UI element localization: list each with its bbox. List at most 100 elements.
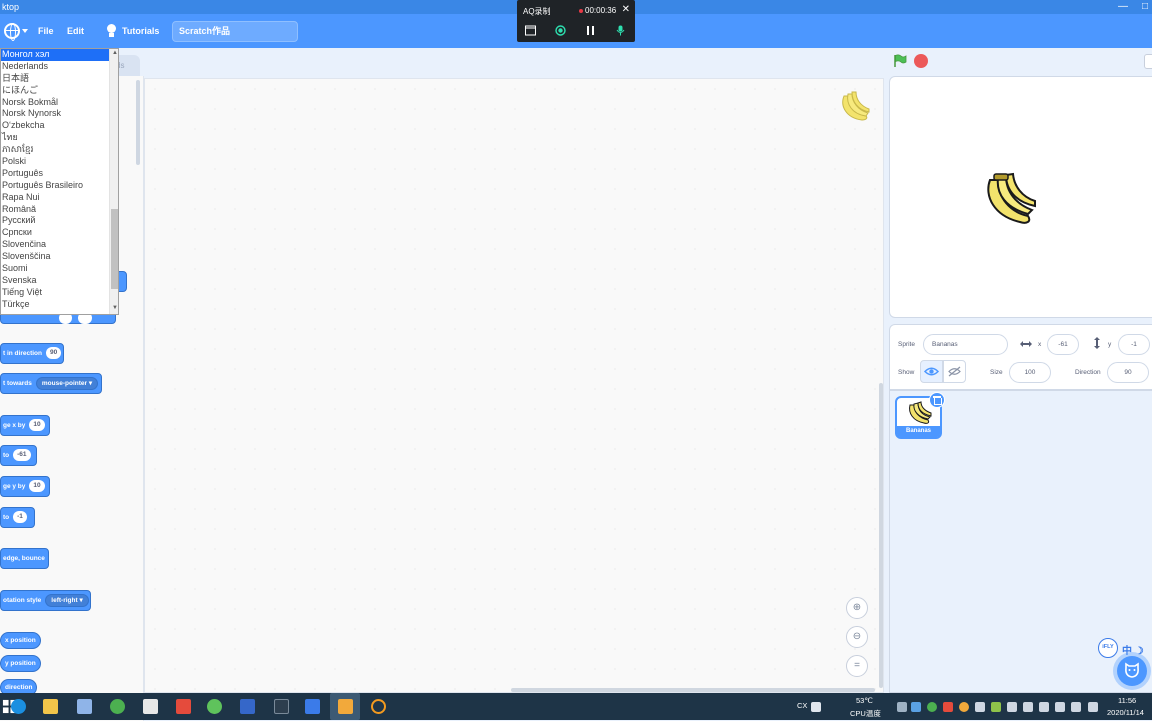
language-option[interactable]: Polski — [1, 156, 118, 168]
stop-icon[interactable] — [914, 54, 928, 68]
dropdown-scroll-thumb[interactable] — [111, 209, 118, 289]
language-option[interactable]: ไทย — [1, 132, 118, 144]
block-x-position[interactable]: x position — [0, 632, 41, 649]
language-option[interactable]: にほんご — [1, 85, 118, 97]
tray-icon-2[interactable] — [911, 702, 921, 712]
zoom-reset-button[interactable]: = — [846, 655, 868, 677]
banana-sprite[interactable] — [980, 172, 1038, 226]
zoom-out-button[interactable]: ⊖ — [846, 626, 868, 648]
dev-icon[interactable] — [240, 699, 255, 714]
reader-icon[interactable] — [176, 699, 191, 714]
ifly-icon[interactable]: iFLY — [1098, 638, 1118, 658]
tray-icon-4[interactable] — [943, 702, 953, 712]
language-option[interactable]: Српски — [1, 227, 118, 239]
recorder-close-button[interactable]: ✕ — [622, 4, 630, 15]
keyboard-icon[interactable] — [1088, 702, 1098, 712]
language-option[interactable]: Slovenčina — [1, 239, 118, 251]
scroll-up-icon[interactable]: ▲ — [112, 50, 118, 56]
language-option[interactable]: Svenska — [1, 275, 118, 287]
language-option[interactable]: Монгол хэл — [1, 49, 118, 61]
project-title-input[interactable]: Scratch作品 — [172, 21, 298, 42]
language-option[interactable]: ភាសាខ្មែរ — [1, 144, 118, 156]
stage-size-toggle[interactable] — [1144, 54, 1152, 69]
battery-icon[interactable] — [1071, 702, 1081, 712]
block-change-y[interactable]: ge y by 10 — [0, 476, 50, 497]
tutorials-menu[interactable]: Tutorials — [122, 14, 159, 48]
block-set-y[interactable]: to -1 — [0, 507, 35, 528]
block-input[interactable]: 90 — [46, 347, 62, 360]
code-workspace[interactable] — [144, 78, 884, 693]
edit-menu[interactable]: Edit — [67, 14, 84, 48]
language-option[interactable]: Türkçe — [1, 299, 118, 311]
language-option[interactable]: Română — [1, 204, 118, 216]
code-vertical-scrollbar[interactable] — [879, 383, 883, 688]
network-icon[interactable] — [1039, 702, 1049, 712]
microphone-icon[interactable] — [615, 25, 626, 36]
block-point-towards[interactable]: t towards mouse-pointer ▾ — [0, 373, 102, 394]
pause-icon[interactable] — [585, 25, 596, 36]
language-option[interactable]: O‘zbekcha — [1, 120, 118, 132]
tray-icon-1[interactable] — [897, 702, 907, 712]
block-input[interactable]: -1 — [13, 511, 27, 524]
wps-icon[interactable] — [305, 699, 320, 714]
clock-time[interactable]: 11:56 — [1118, 696, 1136, 705]
block-input[interactable]: -61 — [13, 449, 31, 462]
text-editor-icon[interactable] — [143, 699, 158, 714]
minimize-button[interactable]: — — [1118, 0, 1128, 14]
block-set-rotation-style[interactable]: otation style left-right ▾ — [0, 590, 91, 611]
code-horizontal-scrollbar[interactable] — [511, 688, 875, 692]
block-dropdown[interactable]: mouse-pointer ▾ — [35, 376, 99, 390]
language-option[interactable]: Norsk Nynorsk — [1, 108, 118, 120]
block-if-on-edge-bounce[interactable]: edge, bounce — [0, 548, 49, 569]
file-menu[interactable]: File — [38, 14, 54, 48]
language-option[interactable]: Rapa Nui — [1, 192, 118, 204]
language-option[interactable]: 日本語 — [1, 73, 118, 85]
app-icon[interactable] — [77, 699, 92, 714]
globe-icon[interactable] — [4, 23, 20, 41]
chevron-down-icon[interactable] — [22, 29, 28, 33]
maximize-button[interactable]: □ — [1142, 0, 1148, 14]
language-option[interactable]: Suomi — [1, 263, 118, 275]
palette-scrollbar[interactable] — [136, 80, 140, 165]
language-option[interactable]: Nederlands — [1, 61, 118, 73]
bulb-icon[interactable] — [106, 24, 116, 38]
language-option[interactable]: Tiếng Việt — [1, 287, 118, 299]
direction-input[interactable]: 90 — [1107, 362, 1149, 383]
zoom-in-button[interactable]: ⊕ — [846, 597, 868, 619]
show-hidden-toggle[interactable] — [943, 360, 966, 383]
block-input[interactable]: 10 — [29, 480, 45, 493]
block-y-position[interactable]: y position — [0, 655, 41, 672]
x-input[interactable]: -61 — [1047, 334, 1079, 355]
wechat-icon[interactable] — [207, 699, 222, 714]
green-flag-icon[interactable] — [893, 54, 907, 68]
volume-icon[interactable] — [1055, 702, 1065, 712]
tray-icon-9[interactable] — [1023, 702, 1033, 712]
add-sprite-button[interactable] — [1117, 656, 1147, 686]
scratch-app-icon[interactable] — [338, 699, 353, 714]
browser-icon[interactable] — [110, 699, 125, 714]
tray-icon-3[interactable] — [927, 702, 937, 712]
language-option[interactable]: Norsk Bokmål — [1, 97, 118, 109]
clock-date[interactable]: 2020/11/14 — [1107, 708, 1144, 717]
block-dropdown[interactable]: left-right ▾ — [45, 593, 89, 607]
ime-mode[interactable]: 中 ☽ — [1122, 642, 1144, 657]
block-change-x[interactable]: ge x by 10 — [0, 415, 50, 436]
scroll-down-icon[interactable]: ▼ — [112, 305, 118, 311]
tray-icon-8[interactable] — [1007, 702, 1017, 712]
tray-icon-5[interactable] — [959, 702, 969, 712]
language-option[interactable]: Русский — [1, 215, 118, 227]
trash-icon[interactable] — [929, 392, 945, 408]
language-dropdown[interactable]: Монгол хэл Nederlands 日本語 にほんご Norsk Bokmål N… — [0, 48, 119, 315]
block-input[interactable]: 10 — [29, 419, 45, 432]
block-point-in-direction[interactable]: t in direction 90 — [0, 343, 64, 364]
sprite-name-input[interactable]: Bananas — [923, 334, 1008, 355]
search-icon[interactable] — [371, 699, 386, 714]
window-icon[interactable] — [525, 25, 536, 36]
dropdown-scrollbar[interactable]: ▲ ▼ — [109, 49, 118, 314]
size-input[interactable]: 100 — [1009, 362, 1051, 383]
language-option[interactable]: Português — [1, 168, 118, 180]
game-icon[interactable] — [274, 699, 289, 714]
y-input[interactable]: -1 — [1118, 334, 1150, 355]
language-option[interactable]: Português Brasileiro — [1, 180, 118, 192]
show-visible-toggle[interactable] — [920, 360, 943, 383]
